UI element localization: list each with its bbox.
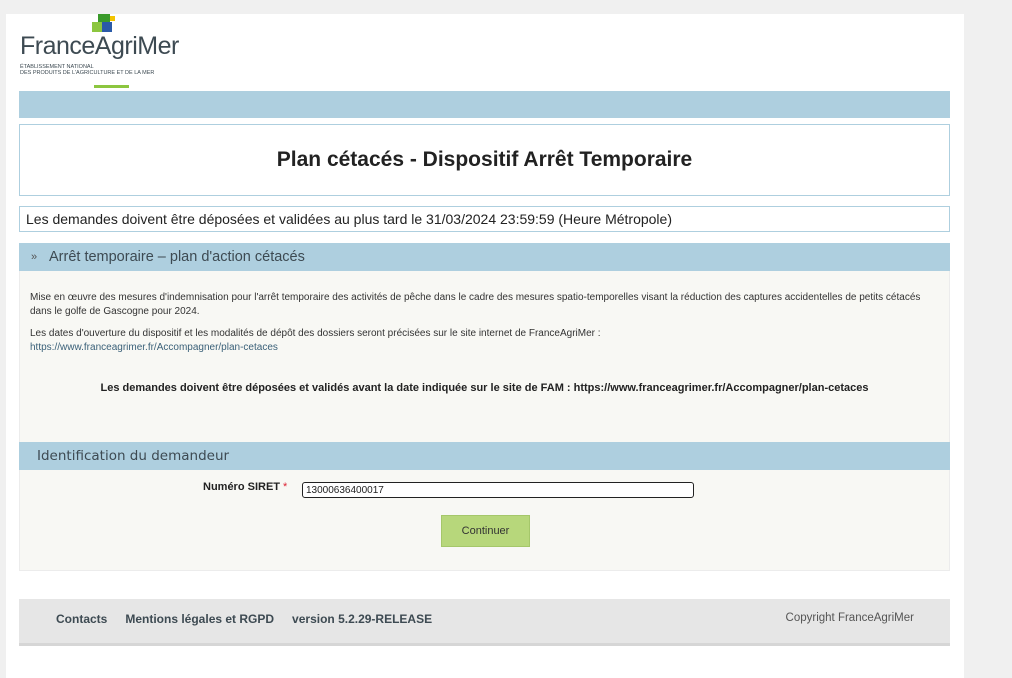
siret-label-text: Numéro SIRET <box>203 481 281 493</box>
info-paragraph-2: Les dates d'ouverture du dispositif et l… <box>30 327 939 355</box>
chevron-double-down-icon[interactable]: » <box>19 251 49 263</box>
footer-links: Contacts Mentions légales et RGPD versio… <box>56 612 432 626</box>
logo-subtitle: ÉTABLISSEMENT NATIONAL DES PRODUITS DE L… <box>20 64 155 76</box>
logo-mark-icon <box>92 14 116 34</box>
footer-version: version 5.2.29-RELEASE <box>292 612 433 626</box>
footer-link-contacts[interactable]: Contacts <box>56 612 107 626</box>
top-nav-bar <box>19 91 950 118</box>
logo-underline <box>94 85 129 88</box>
title-box: Plan cétacés - Dispositif Arrêt Temporai… <box>19 124 950 196</box>
deposit-warning: Les demandes doivent être déposées et va… <box>100 382 869 394</box>
info-paragraph-2-text: Les dates d'ouverture du dispositif et l… <box>30 328 601 339</box>
siret-input[interactable] <box>302 482 694 498</box>
info-paragraph-1: Mise en œuvre des mesures d'indemnisatio… <box>30 292 921 317</box>
franceagrimer-logo[interactable]: FranceAgriMer ÉTABLISSEMENT NATIONAL DES… <box>18 14 218 92</box>
footer-copyright: Copyright FranceAgriMer <box>785 612 914 624</box>
plan-cetaces-link[interactable]: https://www.franceagrimer.fr/Accompagner… <box>30 342 278 353</box>
page-title: Plan cétacés - Dispositif Arrêt Temporai… <box>276 148 693 171</box>
section-header-label: Identification du demandeur <box>37 448 230 464</box>
section-body-info: Mise en œuvre des mesures d'indemnisatio… <box>19 271 950 442</box>
required-marker: * <box>283 481 288 493</box>
identification-form: Numéro SIRET* Continuer <box>19 470 950 571</box>
section-header-arret-temporaire[interactable]: » Arrêt temporaire – plan d'action cétac… <box>19 243 950 271</box>
continue-button[interactable]: Continuer <box>441 515 530 547</box>
deadline-notice: Les demandes doivent être déposées et va… <box>19 206 950 232</box>
section-header-label: Arrêt temporaire – plan d'action cétacés <box>49 249 305 265</box>
section-header-identification: Identification du demandeur <box>19 442 950 470</box>
logo-name: FranceAgriMer <box>20 32 179 60</box>
footer: Contacts Mentions légales et RGPD versio… <box>19 599 950 646</box>
footer-link-legal[interactable]: Mentions légales et RGPD <box>125 612 274 626</box>
siret-label: Numéro SIRET * <box>203 481 287 493</box>
page: FranceAgriMer ÉTABLISSEMENT NATIONAL DES… <box>6 14 964 678</box>
